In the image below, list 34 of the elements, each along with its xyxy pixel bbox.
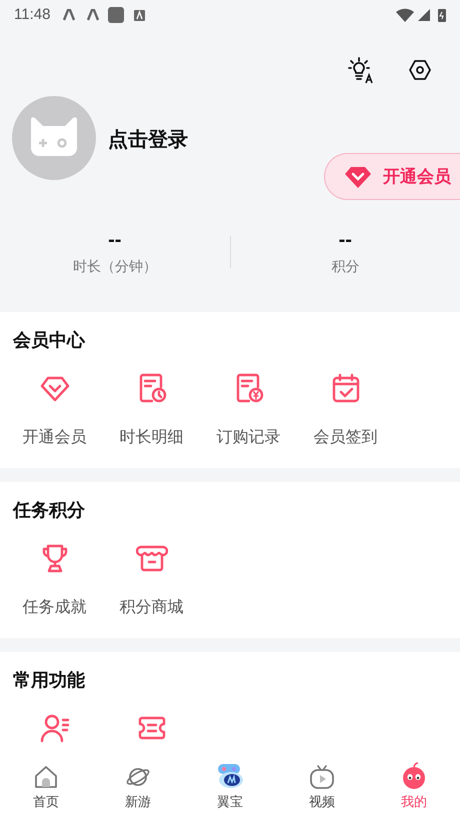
- status-time: 11:48: [14, 4, 50, 25]
- signal-icon: [418, 9, 430, 21]
- nav-tab[interactable]: 新游: [92, 755, 184, 817]
- feature-item[interactable]: 积分商城: [103, 542, 200, 620]
- notification-icon: [134, 10, 146, 20]
- login-link[interactable]: 点击登录: [108, 125, 188, 155]
- feature-item[interactable]: 时长明细: [103, 372, 200, 450]
- battery-icon: [438, 8, 446, 22]
- feature-item[interactable]: 订购记录: [200, 372, 297, 450]
- nav-tab[interactable]: 视频: [276, 755, 368, 817]
- section-title: 任务积分: [12, 499, 86, 522]
- nav-tab[interactable]: 首页: [0, 755, 92, 817]
- notification-icon: [86, 9, 100, 21]
- wifi-icon: [396, 8, 414, 22]
- feature-item[interactable]: 开通会员: [6, 372, 103, 450]
- theme-toggle-button[interactable]: [346, 56, 374, 84]
- feature-item[interactable]: 会员签到: [297, 372, 394, 450]
- diamond-icon: [345, 166, 371, 188]
- stat-label: 时长（分钟）: [72, 257, 157, 276]
- nav-tab[interactable]: 翼宝: [184, 755, 276, 817]
- feature-item[interactable]: 任务成就: [6, 542, 103, 620]
- stat-label: 积分: [331, 257, 360, 276]
- stat-value: --: [108, 228, 122, 252]
- stat-value: --: [338, 228, 352, 252]
- notification-icon: [62, 9, 76, 21]
- home-icon: [33, 764, 59, 790]
- notification-icon: [108, 7, 124, 23]
- nav-tab[interactable]: 我的: [368, 755, 460, 817]
- section-title: 会员中心: [12, 329, 86, 352]
- tv-play-icon: [309, 764, 335, 790]
- gamepad-mascot-icon: [215, 762, 245, 790]
- section-title: 常用功能: [12, 669, 86, 692]
- person-list-icon: [38, 712, 70, 744]
- mascot-face-icon: [400, 762, 428, 790]
